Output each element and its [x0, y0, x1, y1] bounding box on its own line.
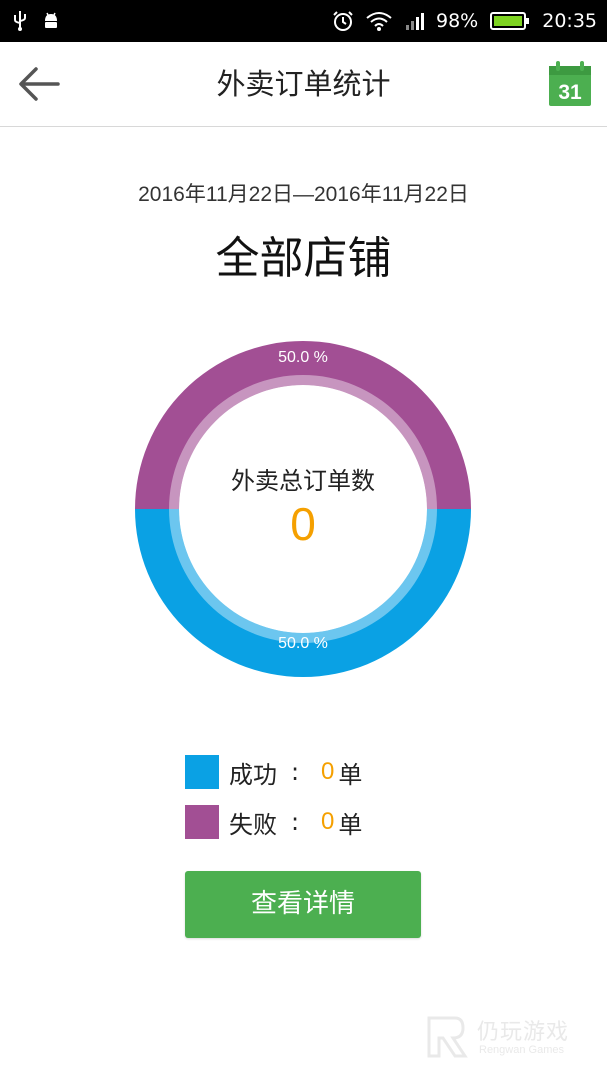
legend-count: 0: [321, 808, 335, 835]
date-range: 2016年11月22日—2016年11月22日: [138, 183, 469, 206]
slice-label-success: 50.0 %: [278, 635, 328, 652]
legend-colon: :: [291, 808, 300, 836]
battery-percent: 98%: [436, 10, 479, 32]
slice-label-fail: 50.0 %: [278, 349, 328, 366]
calendar-button[interactable]: 31: [547, 60, 593, 108]
back-button[interactable]: [14, 60, 66, 108]
total-orders-label: 外卖总订单数: [231, 467, 375, 495]
watermark-text: 仍玩游戏: [477, 1020, 570, 1045]
status-bar-left: [12, 9, 60, 31]
status-bar: 98% 20:35: [0, 0, 607, 42]
wifi-icon: [366, 11, 392, 31]
legend-swatch-success: [185, 755, 219, 789]
signal-icon: [404, 11, 424, 31]
watermark: 仍玩游戏 Rengwan Games: [425, 1014, 585, 1060]
legend-unit: 单: [338, 810, 363, 839]
total-orders-value: 0: [290, 498, 316, 550]
arrow-left-icon: [14, 67, 66, 112]
status-bar-right: 98% 20:35: [332, 0, 597, 42]
watermark-subtext: Rengwan Games: [479, 1044, 564, 1056]
page-title: 外卖订单统计: [216, 67, 391, 101]
legend-label: 失败: [229, 810, 277, 839]
battery-icon: [490, 11, 530, 31]
app-bar: 外卖订单统计 31: [0, 42, 607, 127]
legend-count: 0: [321, 758, 335, 785]
calendar-day: 31: [558, 81, 582, 104]
calendar-icon: 31: [549, 61, 591, 106]
legend-colon: :: [291, 758, 300, 786]
legend-item-fail: 失败 : 0 单: [185, 804, 362, 840]
legend-unit: 单: [338, 760, 363, 789]
store-name: 全部店铺: [215, 233, 392, 284]
usb-icon: [12, 9, 28, 31]
order-donut-chart: 50.0 % 50.0 % 外卖总订单数 0: [133, 339, 473, 679]
view-details-button[interactable]: 查看详情: [185, 871, 421, 938]
alarm-icon: [332, 10, 354, 32]
clock: 20:35: [542, 10, 597, 32]
legend-swatch-fail: [185, 805, 219, 839]
legend-item-success: 成功 : 0 单: [185, 754, 362, 790]
watermark-logo-icon: [427, 1016, 468, 1058]
legend-label: 成功: [229, 760, 277, 789]
android-icon: [42, 9, 60, 31]
